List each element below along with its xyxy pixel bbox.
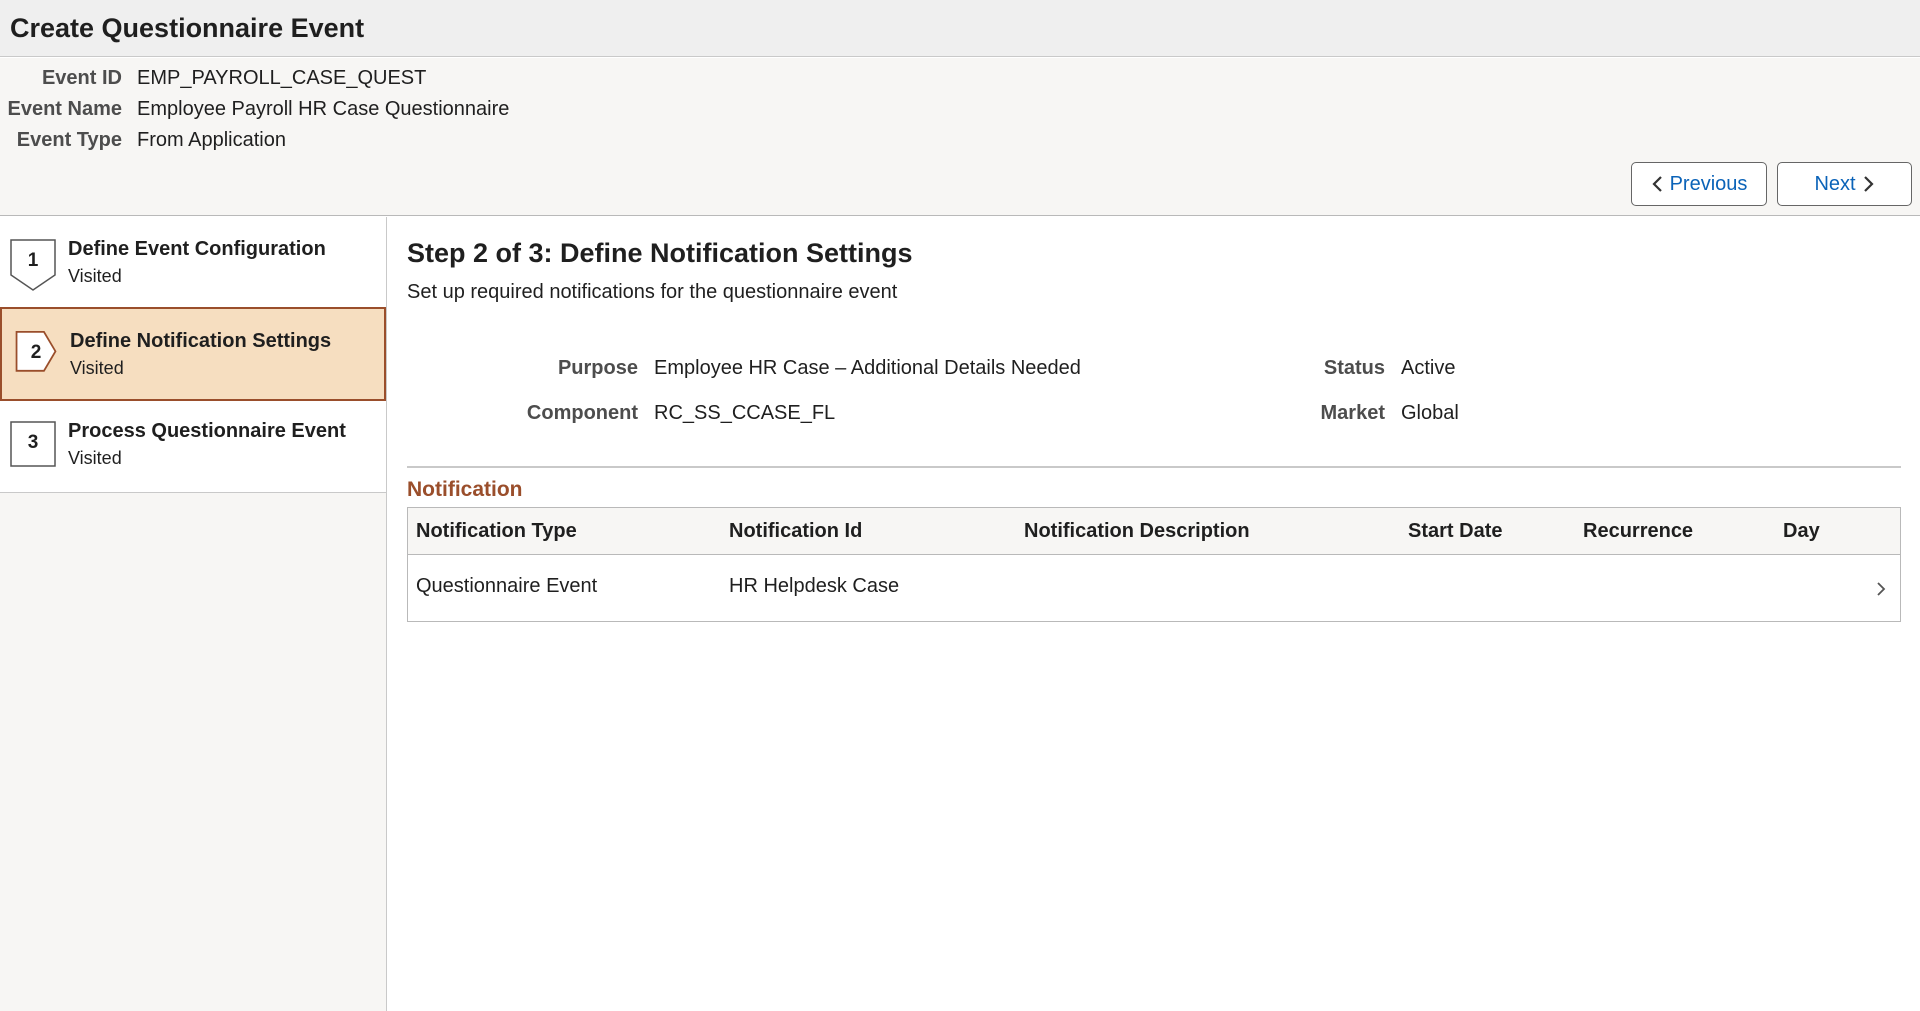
step-1-number: 1: [27, 250, 39, 271]
step-navigation: 1 Define Event Configuration Visited 2 D…: [0, 217, 387, 1011]
status-label: Status: [1323, 357, 1385, 379]
step-2-define-notification-settings[interactable]: 2 Define Notification Settings Visited: [0, 307, 386, 401]
column-header-notification-type[interactable]: Notification Type: [416, 520, 577, 543]
chevron-right-icon[interactable]: [1875, 580, 1887, 598]
section-divider: [407, 466, 1901, 468]
column-header-day[interactable]: Day: [1783, 520, 1820, 543]
cell-notification-type: Questionnaire Event: [416, 575, 598, 597]
market-value: Global: [1401, 402, 1459, 424]
event-type-label: Event Type: [16, 129, 122, 151]
market-field: Market: [388, 402, 1385, 428]
step-subtitle: Set up required notifications for the qu…: [407, 281, 898, 303]
next-button[interactable]: Next: [1777, 162, 1912, 206]
step-1-title: Define Event Configuration: [68, 238, 326, 260]
column-header-notification-description[interactable]: Notification Description: [1024, 520, 1250, 543]
column-header-notification-id[interactable]: Notification Id: [729, 520, 862, 543]
notification-grid: Notification Type Notification Id Notifi…: [407, 507, 1901, 622]
chevron-left-icon: [1652, 176, 1662, 192]
event-id-value: EMP_PAYROLL_CASE_QUEST: [137, 67, 427, 89]
step-heading: Step 2 of 3: Define Notification Setting…: [407, 238, 913, 268]
status-field: Status: [388, 357, 1385, 383]
cell-notification-id: HR Helpdesk Case: [729, 575, 900, 597]
step-2-number: 2: [30, 342, 42, 363]
step-3-number: 3: [27, 432, 39, 453]
page-title: Create Questionnaire Event: [10, 13, 365, 43]
step-1-badge: 1: [10, 239, 56, 291]
step-2-title: Define Notification Settings: [70, 330, 332, 352]
step-1-status: Visited: [68, 266, 122, 286]
previous-button[interactable]: Previous: [1631, 162, 1767, 206]
chevron-right-icon: [1863, 176, 1874, 192]
step-2-status: Visited: [70, 358, 124, 378]
status-value: Active: [1401, 357, 1456, 379]
event-name-value: Employee Payroll HR Case Questionnaire: [137, 98, 510, 120]
step-3-process-questionnaire-event[interactable]: 3 Process Questionnaire Event Visited: [0, 401, 386, 493]
event-header: Event ID EMP_PAYROLL_CASE_QUEST Event Na…: [0, 58, 1920, 216]
next-button-label: Next: [1814, 172, 1856, 195]
market-label: Market: [1320, 402, 1385, 424]
title-bar: Create Questionnaire Event: [0, 0, 1920, 57]
previous-button-label: Previous: [1669, 172, 1748, 195]
event-name-label: Event Name: [7, 98, 123, 120]
step-2-badge: 2: [13, 331, 59, 377]
notification-section-title: Notification: [407, 478, 523, 501]
event-type-value: From Application: [137, 129, 286, 151]
event-id-label: Event ID: [41, 67, 122, 89]
step-3-badge: 3: [10, 421, 56, 467]
column-header-recurrence[interactable]: Recurrence: [1583, 520, 1693, 543]
table-row[interactable]: Questionnaire Event HR Helpdesk Case: [408, 556, 1900, 621]
step-3-title: Process Questionnaire Event: [68, 420, 346, 442]
main-content: Step 2 of 3: Define Notification Setting…: [388, 217, 1920, 1011]
column-header-start-date[interactable]: Start Date: [1408, 520, 1502, 543]
grid-header-row: Notification Type Notification Id Notifi…: [408, 508, 1900, 555]
step-1-define-event-configuration[interactable]: 1 Define Event Configuration Visited: [0, 217, 386, 309]
step-3-status: Visited: [68, 448, 122, 468]
